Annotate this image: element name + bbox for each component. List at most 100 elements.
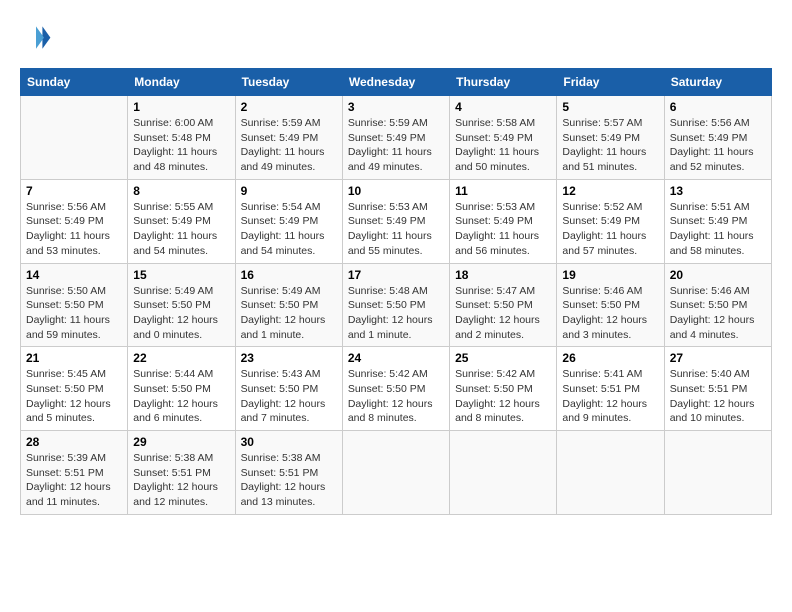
logo [20,20,56,52]
calendar-cell: 12 Sunrise: 5:52 AMSunset: 5:49 PMDayligh… [557,179,664,263]
day-info: Sunrise: 5:59 AMSunset: 5:49 PMDaylight:… [348,116,444,175]
day-number: 3 [348,100,444,114]
day-info: Sunrise: 5:38 AMSunset: 5:51 PMDaylight:… [133,451,229,510]
weekday-header-tuesday: Tuesday [235,69,342,96]
calendar-cell: 14Sunrise: 5:50 AMSunset: 5:50 PMDayligh… [21,263,128,347]
day-info: Sunrise: 5:43 AMSunset: 5:50 PMDaylight:… [241,367,337,426]
calendar-cell: 27 Sunrise: 5:40 AMSunset: 5:51 PMDayligh… [664,347,771,431]
calendar-cell: 11 Sunrise: 5:53 AMSunset: 5:49 PMDayligh… [450,179,557,263]
day-number: 18 [455,268,551,282]
day-number: 25 [455,351,551,365]
calendar-cell [342,431,449,515]
day-info: Sunrise: 5:49 AMSunset: 5:50 PMDaylight:… [133,284,229,343]
day-info: Sunrise: 5:42 AMSunset: 5:50 PMDaylight:… [348,367,444,426]
day-number: 12 [562,184,658,198]
calendar-cell: 2 Sunrise: 5:59 AMSunset: 5:49 PMDaylight… [235,96,342,180]
weekday-header-wednesday: Wednesday [342,69,449,96]
calendar-cell: 13 Sunrise: 5:51 AMSunset: 5:49 PMDayligh… [664,179,771,263]
calendar-cell: 8 Sunrise: 5:55 AMSunset: 5:49 PMDaylight… [128,179,235,263]
day-info: Sunrise: 5:39 AMSunset: 5:51 PMDaylight:… [26,451,122,510]
calendar-cell: 21 Sunrise: 5:45 AMSunset: 5:50 PMDayligh… [21,347,128,431]
calendar-cell: 29 Sunrise: 5:38 AMSunset: 5:51 PMDayligh… [128,431,235,515]
weekday-header-thursday: Thursday [450,69,557,96]
day-info: Sunrise: 5:54 AMSunset: 5:49 PMDaylight:… [241,200,337,259]
calendar-cell: 15 Sunrise: 5:49 AMSunset: 5:50 PMDayligh… [128,263,235,347]
calendar-cell: 5 Sunrise: 5:57 AMSunset: 5:49 PMDaylight… [557,96,664,180]
day-info: Sunrise: 5:46 AMSunset: 5:50 PMDaylight:… [562,284,658,343]
day-info: Sunrise: 5:55 AMSunset: 5:49 PMDaylight:… [133,200,229,259]
day-number: 14 [26,268,122,282]
weekday-header-friday: Friday [557,69,664,96]
day-info: Sunrise: 5:56 AMSunset: 5:49 PMDaylight:… [26,200,122,259]
day-info: Sunrise: 5:51 AMSunset: 5:49 PMDaylight:… [670,200,766,259]
day-info: Sunrise: 5:57 AMSunset: 5:49 PMDaylight:… [562,116,658,175]
day-info: Sunrise: 5:42 AMSunset: 5:50 PMDaylight:… [455,367,551,426]
day-number: 13 [670,184,766,198]
calendar-cell: 16Sunrise: 5:49 AMSunset: 5:50 PMDayligh… [235,263,342,347]
day-info: Sunrise: 5:48 AMSunset: 5:50 PMDaylight:… [348,284,444,343]
day-info: Sunrise: 5:52 AMSunset: 5:49 PMDaylight:… [562,200,658,259]
day-number: 19 [562,268,658,282]
day-info: Sunrise: 5:58 AMSunset: 5:49 PMDaylight:… [455,116,551,175]
calendar-cell [450,431,557,515]
day-number: 9 [241,184,337,198]
calendar-cell [557,431,664,515]
calendar-cell: 26 Sunrise: 5:41 AMSunset: 5:51 PMDayligh… [557,347,664,431]
day-number: 10 [348,184,444,198]
day-number: 21 [26,351,122,365]
calendar-cell [21,96,128,180]
day-info: Sunrise: 5:49 AMSunset: 5:50 PMDaylight:… [241,284,337,343]
day-info: Sunrise: 5:53 AMSunset: 5:49 PMDaylight:… [348,200,444,259]
day-number: 20 [670,268,766,282]
calendar-cell: 24 Sunrise: 5:42 AMSunset: 5:50 PMDayligh… [342,347,449,431]
weekday-header-monday: Monday [128,69,235,96]
day-number: 2 [241,100,337,114]
logo-icon [20,20,52,52]
day-number: 4 [455,100,551,114]
day-info: Sunrise: 5:38 AMSunset: 5:51 PMDaylight:… [241,451,337,510]
calendar-cell: 4 Sunrise: 5:58 AMSunset: 5:49 PMDaylight… [450,96,557,180]
day-info: Sunrise: 5:59 AMSunset: 5:49 PMDaylight:… [241,116,337,175]
calendar-cell: 18 Sunrise: 5:47 AMSunset: 5:50 PMDayligh… [450,263,557,347]
calendar-cell [664,431,771,515]
day-number: 23 [241,351,337,365]
calendar-cell: 9 Sunrise: 5:54 AMSunset: 5:49 PMDaylight… [235,179,342,263]
weekday-header-sunday: Sunday [21,69,128,96]
day-info: Sunrise: 5:53 AMSunset: 5:49 PMDaylight:… [455,200,551,259]
day-info: Sunrise: 5:56 AMSunset: 5:49 PMDaylight:… [670,116,766,175]
day-number: 5 [562,100,658,114]
day-number: 27 [670,351,766,365]
day-info: Sunrise: 6:00 AMSunset: 5:48 PMDaylight:… [133,116,229,175]
day-info: Sunrise: 5:41 AMSunset: 5:51 PMDaylight:… [562,367,658,426]
day-number: 11 [455,184,551,198]
calendar-cell: 23 Sunrise: 5:43 AMSunset: 5:50 PMDayligh… [235,347,342,431]
day-info: Sunrise: 5:45 AMSunset: 5:50 PMDaylight:… [26,367,122,426]
calendar-cell: 1 Sunrise: 6:00 AMSunset: 5:48 PMDaylight… [128,96,235,180]
calendar-cell: 30 Sunrise: 5:38 AMSunset: 5:51 PMDayligh… [235,431,342,515]
day-number: 1 [133,100,229,114]
day-info: Sunrise: 5:47 AMSunset: 5:50 PMDaylight:… [455,284,551,343]
calendar-cell: 20 Sunrise: 5:46 AMSunset: 5:50 PMDayligh… [664,263,771,347]
day-info: Sunrise: 5:40 AMSunset: 5:51 PMDaylight:… [670,367,766,426]
calendar-cell: 19 Sunrise: 5:46 AMSunset: 5:50 PMDayligh… [557,263,664,347]
weekday-header-saturday: Saturday [664,69,771,96]
calendar-cell: 28 Sunrise: 5:39 AMSunset: 5:51 PMDayligh… [21,431,128,515]
day-number: 6 [670,100,766,114]
calendar-cell: 22Sunrise: 5:44 AMSunset: 5:50 PMDayligh… [128,347,235,431]
day-number: 17 [348,268,444,282]
day-number: 24 [348,351,444,365]
day-number: 7 [26,184,122,198]
calendar-cell: 10 Sunrise: 5:53 AMSunset: 5:49 PMDayligh… [342,179,449,263]
day-number: 30 [241,435,337,449]
calendar-cell: 7 Sunrise: 5:56 AMSunset: 5:49 PMDaylight… [21,179,128,263]
day-number: 26 [562,351,658,365]
calendar-table: SundayMondayTuesdayWednesdayThursdayFrid… [20,68,772,515]
day-number: 15 [133,268,229,282]
day-info: Sunrise: 5:46 AMSunset: 5:50 PMDaylight:… [670,284,766,343]
day-info: Sunrise: 5:44 AMSunset: 5:50 PMDaylight:… [133,367,229,426]
calendar-cell: 17 Sunrise: 5:48 AMSunset: 5:50 PMDayligh… [342,263,449,347]
day-number: 8 [133,184,229,198]
day-number: 28 [26,435,122,449]
day-number: 29 [133,435,229,449]
calendar-cell: 6 Sunrise: 5:56 AMSunset: 5:49 PMDaylight… [664,96,771,180]
